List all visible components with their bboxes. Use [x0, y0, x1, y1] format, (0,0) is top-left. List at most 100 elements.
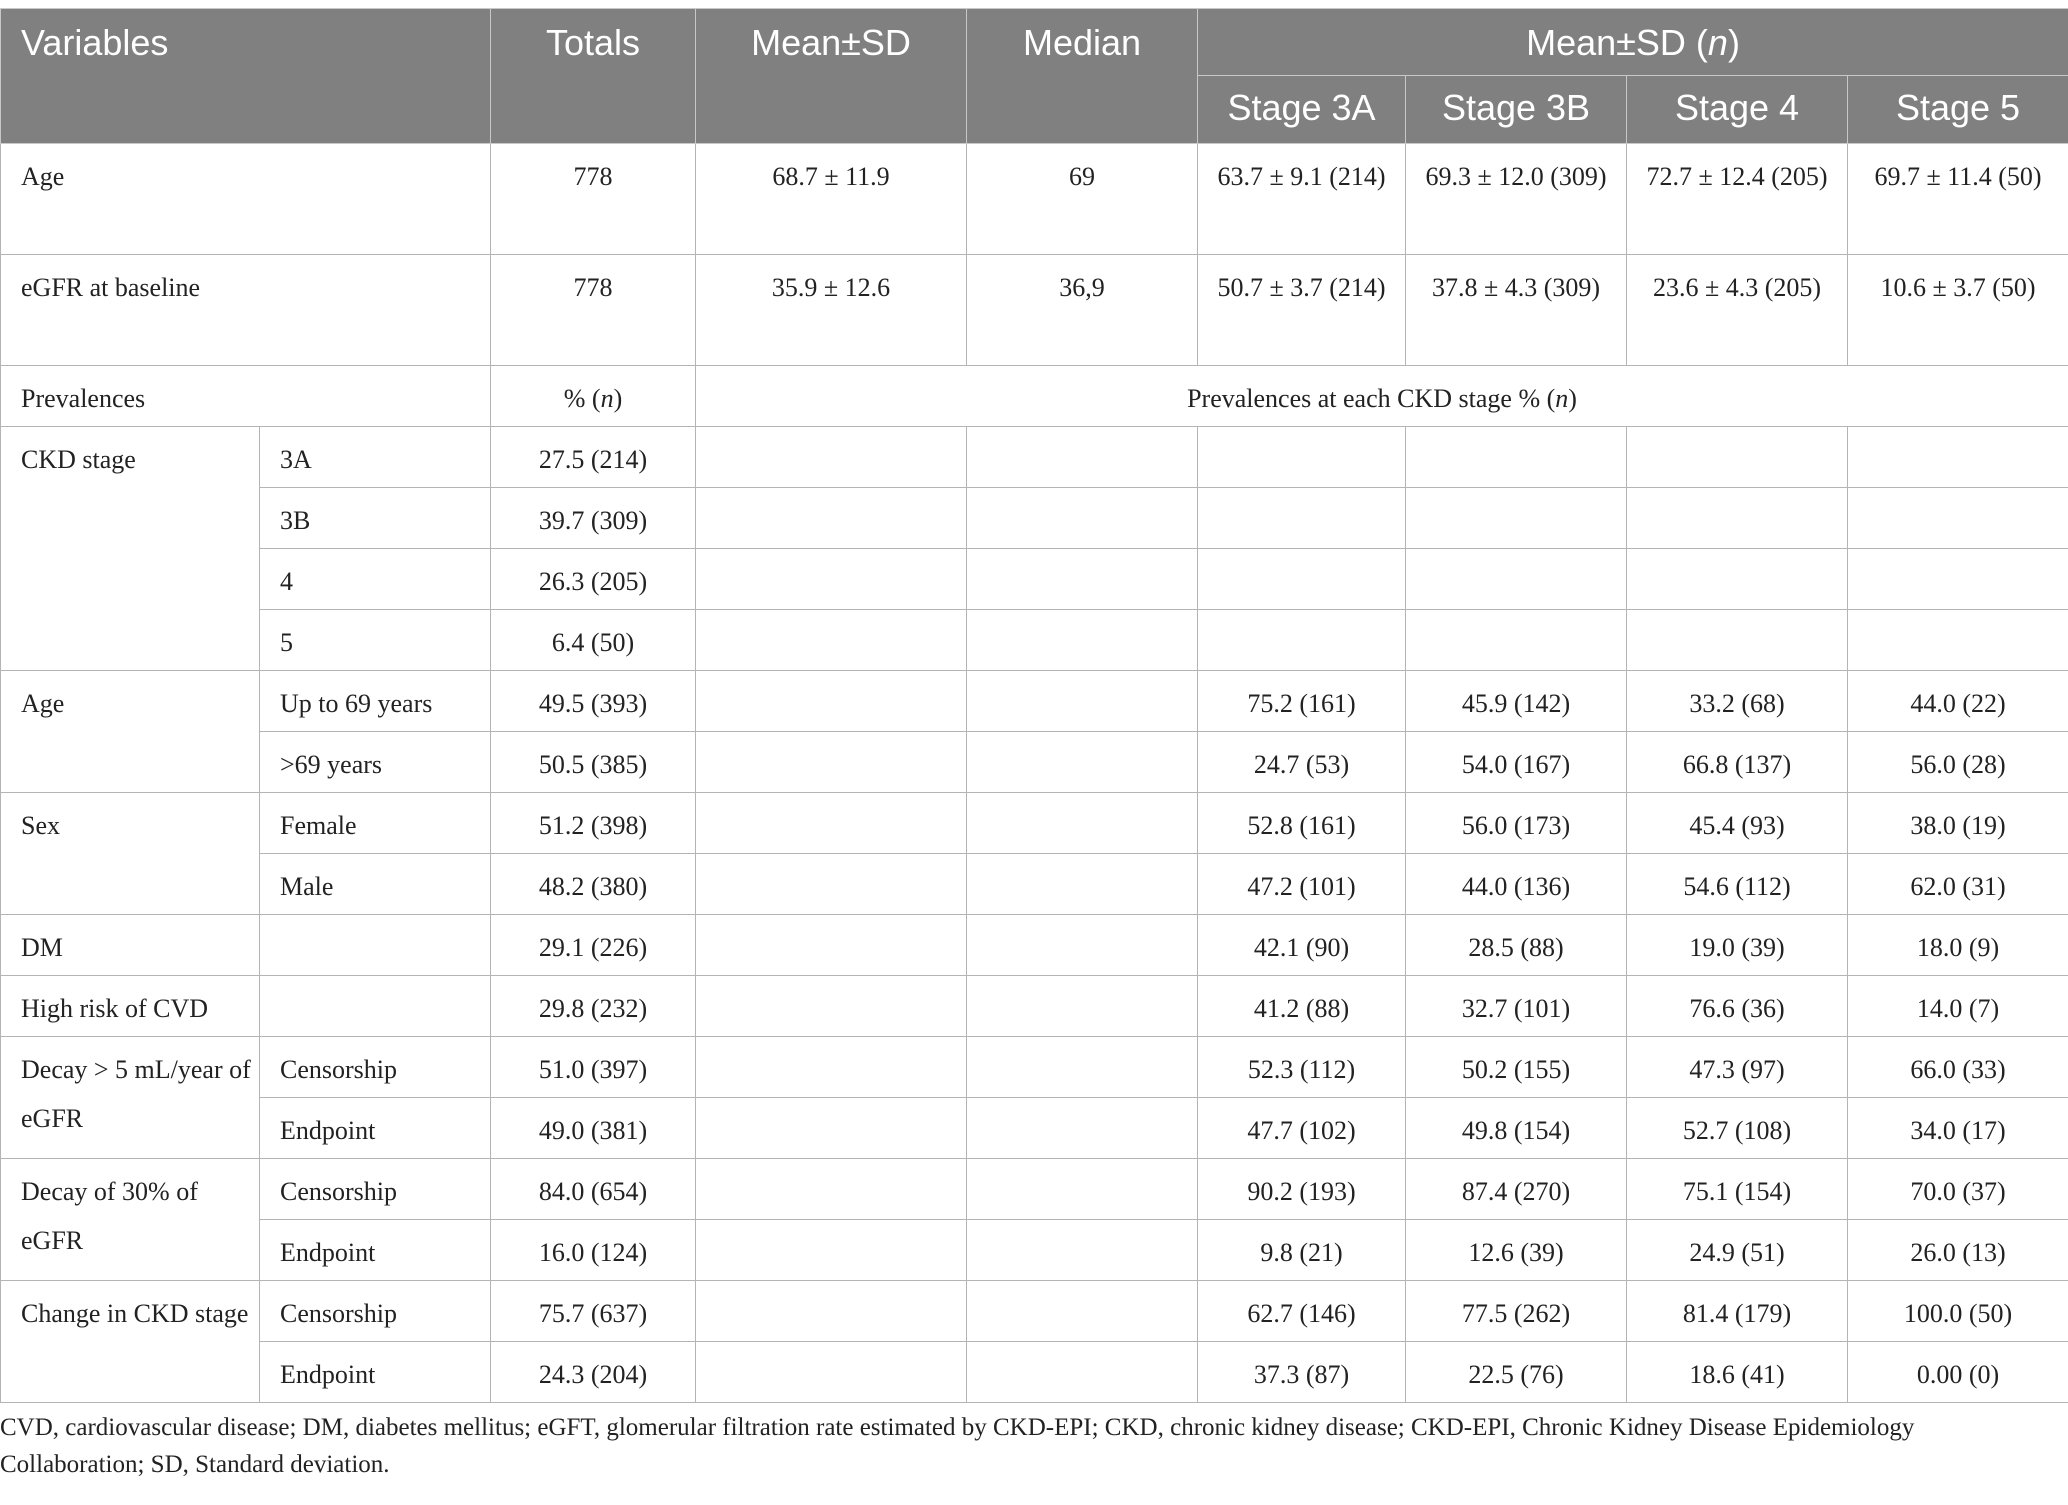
cell-stage-5: 18.0 (9)	[1847, 914, 2068, 976]
cell-empty	[695, 487, 968, 549]
cell-stage-4: 81.4 (179)	[1626, 1280, 1849, 1342]
cell-total: 29.1 (226)	[490, 914, 697, 976]
cell-stage-3a: 52.8 (161)	[1197, 792, 1407, 854]
cell-empty	[695, 1280, 968, 1342]
table-row-prevalences: Prevalences % (n) Prevalences at each CK…	[0, 365, 2068, 427]
cell-stage-5: 70.0 (37)	[1847, 1158, 2068, 1220]
row-label: Change in CKD stage	[0, 1280, 260, 1403]
cell-empty	[695, 1097, 968, 1159]
cell-empty	[1626, 487, 1849, 549]
cell-empty	[966, 670, 1199, 732]
cell-stage-3b: 28.5 (88)	[1405, 914, 1628, 976]
row-label: Age	[0, 143, 492, 255]
cell-stage-4: 19.0 (39)	[1626, 914, 1849, 976]
table-row-ckd-3a: CKD stage 3A 27.5 (214)	[0, 426, 2068, 671]
header-stage-5: Stage 5	[1847, 75, 2068, 144]
cell-total: 6.4 (50)	[490, 609, 697, 671]
cell-empty	[1626, 548, 1849, 610]
cell-stage-4: 18.6 (41)	[1626, 1341, 1849, 1403]
cell-empty	[1197, 548, 1407, 610]
row-sublabel: Censorship	[258, 1158, 492, 1220]
cell-stage-4: 47.3 (97)	[1626, 1036, 1849, 1098]
row-label: eGFR at baseline	[0, 254, 492, 366]
row-label: Age	[0, 670, 260, 793]
cell-total: % (n)	[490, 365, 697, 427]
cell-empty	[966, 853, 1199, 915]
cell-empty	[966, 914, 1199, 976]
cell-total: 26.3 (205)	[490, 548, 697, 610]
header-mean-sd-group: Mean±SD (n)	[1197, 8, 2068, 76]
cell-stage-3b: 49.8 (154)	[1405, 1097, 1628, 1159]
row-sublabel: Endpoint	[258, 1097, 492, 1159]
table-row-ckd-5: 5 6.4 (50)	[1, 609, 2068, 671]
row-sublabel: Male	[258, 853, 492, 915]
cell-total: 48.2 (380)	[490, 853, 697, 915]
header-group-n: n	[1707, 22, 1728, 63]
table-row-decay5-endpoint: Endpoint 49.0 (381) 47.7 (102) 49.8 (154…	[1, 1097, 2068, 1159]
cell-empty	[258, 975, 492, 1037]
cell-stage-5: 66.0 (33)	[1847, 1036, 2068, 1098]
cell-empty	[966, 426, 1199, 488]
cell-total: 51.2 (398)	[490, 792, 697, 854]
cell-mean-sd: 68.7 ± 11.9	[695, 143, 968, 255]
row-label: CKD stage	[0, 426, 260, 671]
table-row-egfr: eGFR at baseline 778 35.9 ± 12.6 36,9 50…	[0, 254, 2068, 366]
cell-empty	[966, 609, 1199, 671]
header-group-prefix: Mean±SD (	[1526, 22, 1708, 63]
cell-stage-4: 24.9 (51)	[1626, 1219, 1849, 1281]
cell-median: 36,9	[966, 254, 1199, 366]
cell-stage-4: 52.7 (108)	[1626, 1097, 1849, 1159]
cell-empty	[966, 1341, 1199, 1403]
cell-empty	[695, 670, 968, 732]
cell-stage-5: 62.0 (31)	[1847, 853, 2068, 915]
header-mean-sd: Mean±SD	[695, 8, 968, 144]
table-row-ckd-3b: 3B 39.7 (309)	[1, 487, 2068, 549]
cell-stage-5: 38.0 (19)	[1847, 792, 2068, 854]
cell-total: 84.0 (654)	[490, 1158, 697, 1220]
table-row-ckd-4: 4 26.3 (205)	[1, 548, 2068, 610]
row-label: Sex	[0, 792, 260, 915]
cell-empty	[1626, 426, 1849, 488]
header-stage-4: Stage 4	[1626, 75, 1849, 144]
cell-stage-3b: 32.7 (101)	[1405, 975, 1628, 1037]
cell-total: 39.7 (309)	[490, 487, 697, 549]
table-row-age-up-to-69: Age Up to 69 years 49.5 (393) 75.2 (161)…	[0, 670, 2068, 793]
cell-stage-3b: 54.0 (167)	[1405, 731, 1628, 793]
cell-stage-3b: 56.0 (173)	[1405, 792, 1628, 854]
cell-empty	[966, 792, 1199, 854]
cell-stage-3a: 47.2 (101)	[1197, 853, 1407, 915]
cell-empty	[1847, 609, 2068, 671]
cell-median: 69	[966, 143, 1199, 255]
row-label: Decay > 5 mL/year of eGFR	[0, 1036, 260, 1159]
cell-total: 778	[490, 143, 697, 255]
cell-stage-3a: 50.7 ± 3.7 (214)	[1197, 254, 1407, 366]
cell-stage-5: 69.7 ± 11.4 (50)	[1847, 143, 2068, 255]
cell-stage-4: 23.6 ± 4.3 (205)	[1626, 254, 1849, 366]
cell-empty	[1847, 487, 2068, 549]
cell-total: 49.0 (381)	[490, 1097, 697, 1159]
cell-empty	[966, 487, 1199, 549]
header-totals: Totals	[490, 8, 697, 144]
cell-stage-5: 100.0 (50)	[1847, 1280, 2068, 1342]
cell-empty	[1847, 548, 2068, 610]
cell-total: 27.5 (214)	[490, 426, 697, 488]
cell-stage-4: 72.7 ± 12.4 (205)	[1626, 143, 1849, 255]
cell-empty	[966, 731, 1199, 793]
cell-empty	[1626, 609, 1849, 671]
cell-empty	[695, 975, 968, 1037]
cell-stage-5: 56.0 (28)	[1847, 731, 2068, 793]
row-sublabel: Endpoint	[258, 1341, 492, 1403]
span-suffix: )	[1568, 384, 1577, 413]
cell-empty	[1405, 426, 1628, 488]
cell-empty	[966, 1097, 1199, 1159]
table-body: Age 778 68.7 ± 11.9 69 63.7 ± 9.1 (214) …	[0, 143, 2068, 1403]
row-sublabel: 4	[258, 548, 492, 610]
row-sublabel: Censorship	[258, 1280, 492, 1342]
cell-empty	[695, 1158, 968, 1220]
cell-stage-3a: 41.2 (88)	[1197, 975, 1407, 1037]
table-container: Variables Totals Mean±SD Median Mean±SD …	[0, 8, 2068, 1483]
cell-total: 50.5 (385)	[490, 731, 697, 793]
cell-total: 49.5 (393)	[490, 670, 697, 732]
row-label: DM	[0, 914, 260, 976]
cell-empty	[695, 426, 968, 488]
